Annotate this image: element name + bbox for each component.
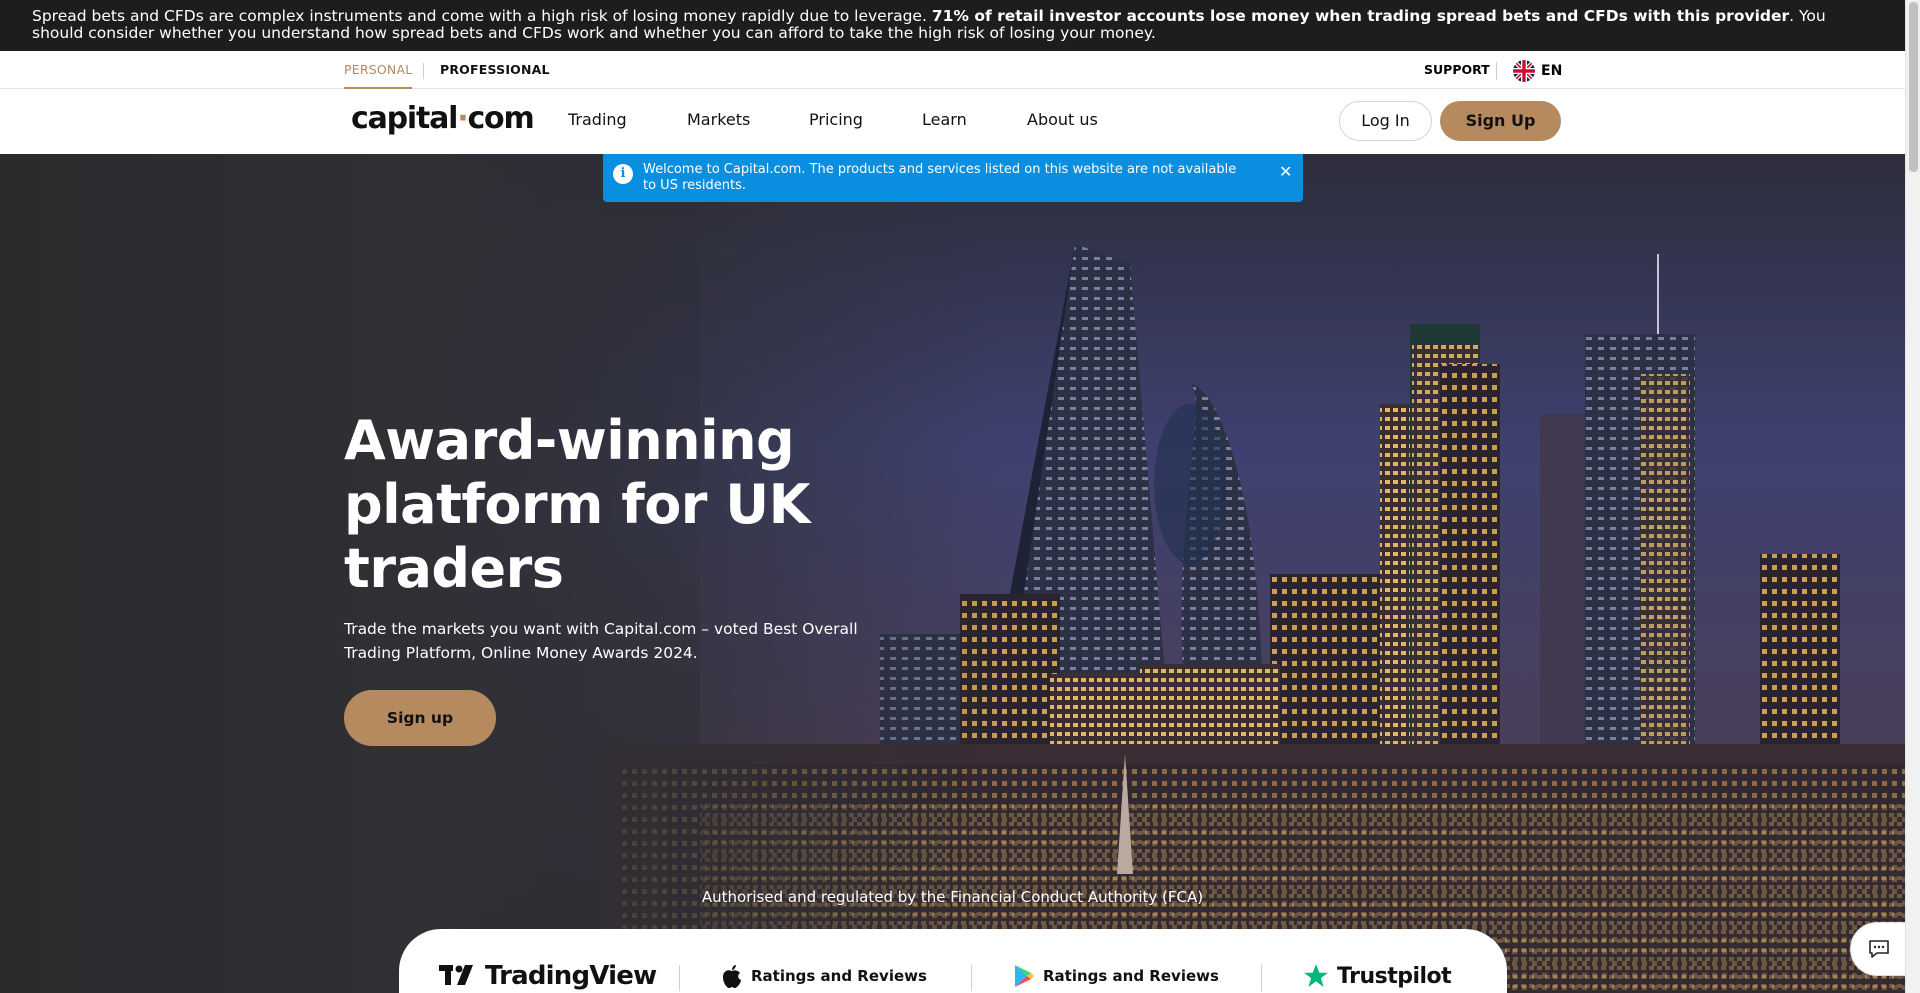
app-store-label: Ratings and Reviews [751,967,927,985]
nav-trading[interactable]: Trading [568,89,627,151]
language-selector[interactable]: EN [1513,60,1562,82]
segment-bar: PERSONAL PROFESSIONAL SUPPORT EN [0,51,1905,89]
nav-learn[interactable]: Learn [922,89,967,151]
ratings-divider [679,965,680,991]
trustpilot-label: Trustpilot [1337,963,1452,989]
hero-section: Award-winning platform for UK traders Tr… [0,154,1905,993]
main-header: capital·com Trading Markets Pricing Lear… [0,89,1905,154]
tab-professional[interactable]: PROFESSIONAL [440,51,550,89]
app-store-rating[interactable]: Ratings and Reviews [721,959,927,993]
risk-warning-text: Spread bets and CFDs are complex instrum… [32,7,932,25]
hero-signup-button[interactable]: Sign up [344,690,496,746]
tradingview-logo-icon [439,965,473,985]
logo-dot: · [457,101,468,136]
nav-about-us[interactable]: About us [1027,89,1098,151]
notice-message: Welcome to Capital.com. The products and… [643,162,1237,193]
close-icon[interactable]: ✕ [1279,164,1292,180]
risk-warning-banner: Spread bets and CFDs are complex instrum… [0,0,1905,51]
logo-text-right: com [467,101,534,136]
logo-text-left: capital [351,101,458,136]
apple-icon [723,965,741,988]
ratings-divider [971,965,972,991]
support-link[interactable]: SUPPORT [1424,51,1490,89]
scrollbar-thumb[interactable] [1909,2,1918,172]
tab-personal[interactable]: PERSONAL [344,51,413,89]
tradingview-rating[interactable]: TradingView [439,959,657,993]
nav-markets[interactable]: Markets [687,89,750,151]
google-play-label: Ratings and Reviews [1043,967,1219,985]
uk-flag-icon [1513,60,1535,82]
nav-pricing[interactable]: Pricing [809,89,863,151]
capital-logo[interactable]: capital·com [351,101,535,136]
trustpilot-star-icon [1304,964,1328,987]
ratings-divider [1261,965,1262,991]
hero-subtitle: Trade the markets you want with Capital.… [344,620,858,662]
page-scrollbar[interactable] [1905,0,1920,993]
us-residents-notice: i Welcome to Capital.com. The products a… [603,154,1303,202]
tradingview-label: TradingView [485,961,657,991]
google-play-rating[interactable]: Ratings and Reviews [1013,959,1219,993]
signup-button[interactable]: Sign Up [1440,101,1561,141]
ratings-card: TradingView Ratings and Reviews Ratings … [399,929,1507,993]
risk-warning-bold-text: 71% of retail investor accounts lose mon… [931,7,1790,25]
chat-icon [1869,940,1889,958]
language-divider [1496,62,1497,80]
fca-regulation-text: Authorised and regulated by the Financia… [701,888,1204,906]
login-button[interactable]: Log In [1339,101,1432,141]
segment-divider [423,63,424,79]
hero-title: Award-winning platform for UK traders [344,409,810,600]
info-icon: i [613,164,633,184]
trustpilot-rating[interactable]: Trustpilot [1303,959,1452,993]
google-play-icon [1015,965,1034,987]
chat-button[interactable] [1850,922,1910,976]
language-label: EN [1541,63,1563,79]
